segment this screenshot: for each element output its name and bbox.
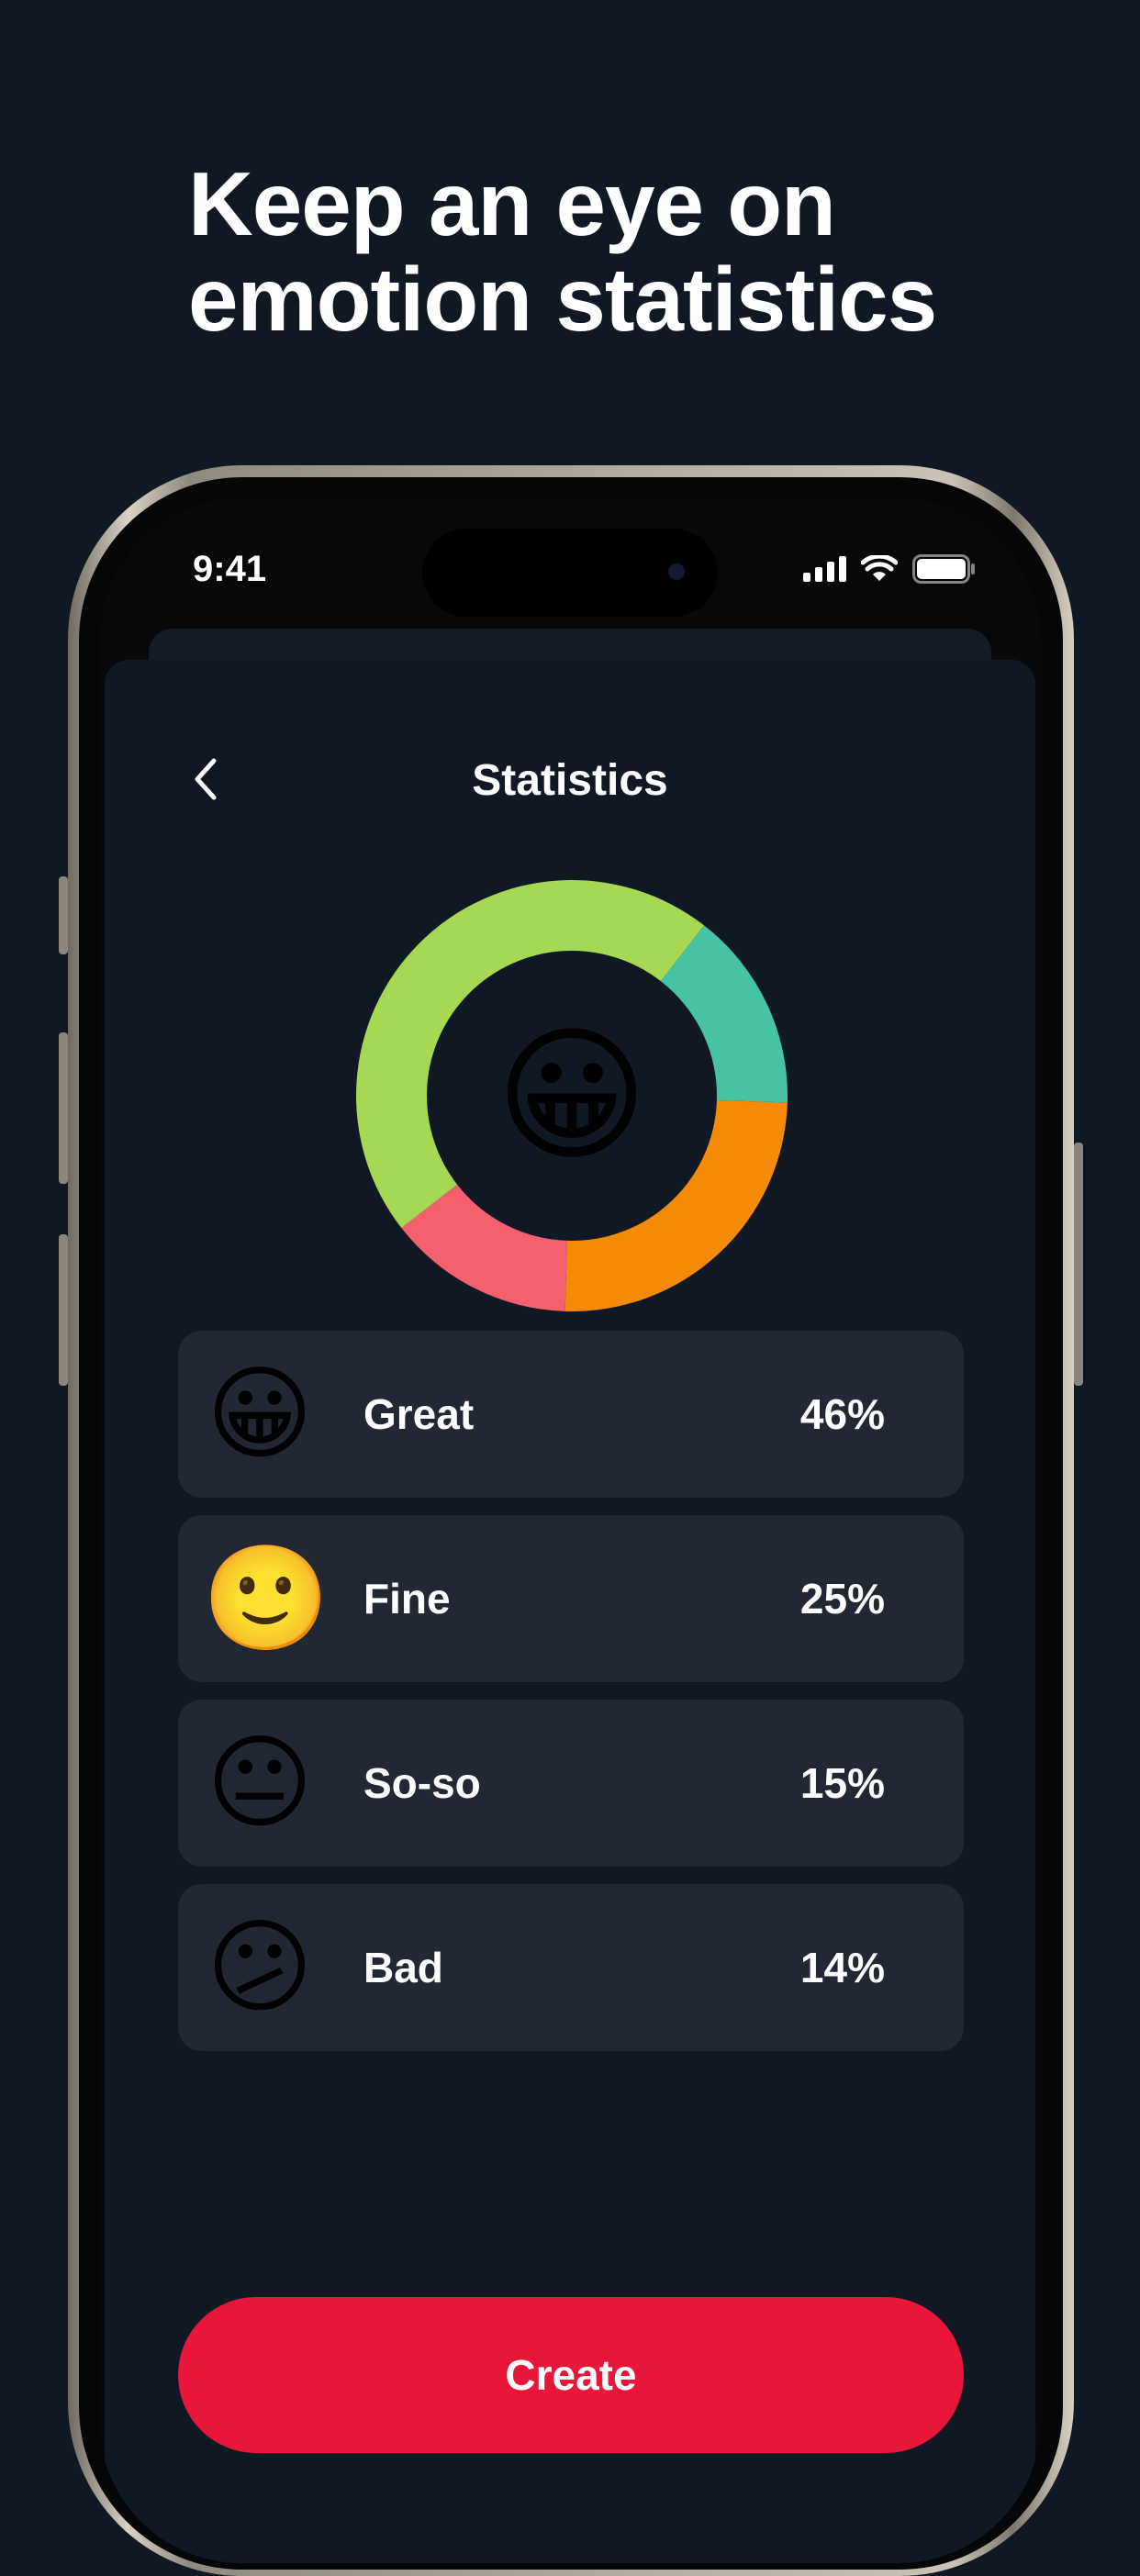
emotion-percent: 15% [799,1759,885,1807]
emotion-percent: 46% [799,1390,885,1438]
emotion-label: Fine [363,1575,451,1623]
dynamic-island [422,529,718,617]
silent-switch [59,876,68,954]
emotion-row-so-so[interactable]: 😐 So-so 15% [178,1700,964,1867]
emotion-percent: 25% [799,1575,885,1623]
emotion-label: Great [363,1390,475,1438]
confused-face-icon: 😕 [206,1910,314,2024]
status-time: 9:41 [193,549,267,589]
status-icons [803,554,977,584]
donut-center-emoji: 😀 [495,1013,649,1177]
volume-up-button [59,1032,68,1184]
emotion-label: So-so [363,1759,481,1807]
emotion-percent: 14% [799,1944,885,1991]
emotion-list: 😀 Great 46% 🙂 Fine 25% 😐 So-so 15% 😕 Bad… [178,1331,964,2069]
phone-screen: 9:41 Statistics 😀 😀 Great 46% 🙂 Fine 25%… [99,498,1041,2563]
wifi-icon [861,555,898,581]
headline-line-1: Keep an eye on [188,153,836,254]
create-button[interactable]: Create [178,2297,964,2453]
cellular-signal-icon [803,556,846,582]
slightly-smiling-face-icon: 🙂 [202,1541,330,1656]
neutral-face-icon: 😐 [206,1725,314,1840]
emotion-row-great[interactable]: 😀 Great 46% [178,1331,964,1498]
headline-line-2: emotion statistics [188,249,937,350]
emotion-row-fine[interactable]: 🙂 Fine 25% [178,1515,964,1682]
grinning-face-icon: 😀 [206,1356,314,1471]
emotion-row-bad[interactable]: 😕 Bad 14% [178,1884,964,2051]
power-button [1074,1143,1083,1386]
volume-down-button [59,1234,68,1386]
emotion-donut-chart: 😀 [355,879,788,1311]
statistics-sheet: Statistics 😀 😀 Great 46% 🙂 Fine 25% 😐 So… [105,660,1035,2563]
promo-headline: Keep an eye on emotion statistics [188,153,937,350]
front-camera-icon [668,563,685,580]
emotion-label: Bad [363,1944,443,1991]
battery-icon [912,554,975,584]
page-title: Statistics [472,756,668,805]
